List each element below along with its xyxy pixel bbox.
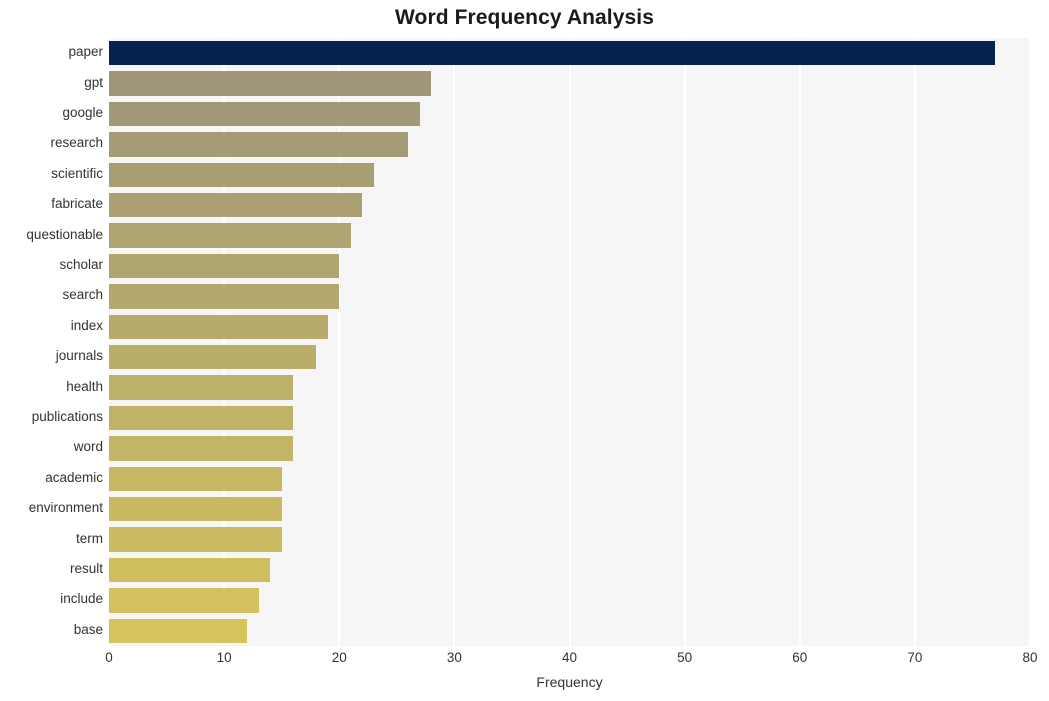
y-tick-label-index: index [70,317,103,333]
x-tick-label-50: 50 [677,650,693,665]
y-tick-label-health: health [66,378,103,394]
bar-questionable [109,223,351,248]
bar-publications [109,405,294,431]
bar-row [109,223,1030,248]
y-tick-label-scholar: scholar [59,257,103,272]
x-axis-tick-labels: 0 10 20 30 40 50 60 70 80 [0,646,1049,672]
x-tick-label-30: 30 [446,650,462,665]
x-tick-label-60: 60 [792,650,808,665]
bar-base [109,618,248,643]
bar-research [109,132,409,157]
x-tick-label-10: 10 [216,650,232,665]
bar-row [109,345,1030,370]
bar-fabricate [109,193,363,218]
y-tick-label-search: search [62,287,103,303]
y-tick-label-scientific: scientific [51,165,103,181]
x-tick-label-20: 20 [331,650,347,665]
bar-google [109,101,420,127]
bar-row [109,284,1030,309]
y-tick-label-journals: journals [55,348,103,364]
y-axis-tick-labels: paper gpt google research scientific fabricat… [0,38,103,646]
bar-row [109,71,1030,96]
plot-area [108,38,1031,646]
y-tick-label-word: word [73,439,103,455]
bars-layer [109,38,1030,646]
y-tick-label-google: google [62,105,103,120]
bar-row [109,527,1030,552]
bar-row [109,193,1030,218]
bar-index [109,314,328,339]
bar-row [109,405,1030,431]
bar-row [109,588,1030,613]
bar-row [109,436,1030,461]
y-tick-label-environment: environment [28,500,103,516]
bar-health [109,375,294,400]
bar-row [109,314,1030,339]
bar-term [109,527,282,552]
y-tick-label-fabricate: fabricate [51,196,103,212]
bar-row [109,466,1030,491]
y-tick-label-gpt: gpt [84,74,103,90]
x-tick-label-80: 80 [1022,650,1038,665]
bar-scientific [109,162,374,187]
x-tick-label-40: 40 [561,650,578,665]
x-axis-label: Frequency [536,674,603,690]
bar-include [109,588,259,613]
x-tick-label-0: 0 [105,650,113,665]
bar-row [109,497,1030,522]
bar-row [109,101,1030,127]
bar-scholar [109,253,340,279]
y-tick-label-include: include [60,591,103,607]
bar-row [109,41,1030,66]
y-tick-label-paper: paper [68,44,103,60]
bar-gpt [109,71,432,96]
y-tick-label-questionable: questionable [26,226,103,242]
x-tick-label-70: 70 [907,650,923,665]
bar-paper [109,41,996,66]
y-tick-label-result: result [69,561,103,576]
bar-search [109,284,340,309]
bar-row [109,557,1030,583]
bar-environment [109,497,282,522]
page-title: Word Frequency Analysis [394,6,655,29]
bar-row [109,375,1030,400]
word-frequency-chart: Word Frequency Analysis paper gpt google re… [0,0,1049,701]
bar-result [109,557,271,583]
y-tick-label-publications: publications [31,409,103,424]
y-tick-label-research: research [50,135,103,151]
y-tick-label-base: base [73,621,103,637]
bar-word [109,436,294,461]
bar-row [109,162,1030,187]
y-tick-label-academic: academic [45,469,103,485]
y-tick-label-term: term [76,530,103,546]
bar-row [109,253,1030,279]
bar-row [109,132,1030,157]
bar-row [109,618,1030,643]
bar-academic [109,466,282,491]
bar-journals [109,345,317,370]
